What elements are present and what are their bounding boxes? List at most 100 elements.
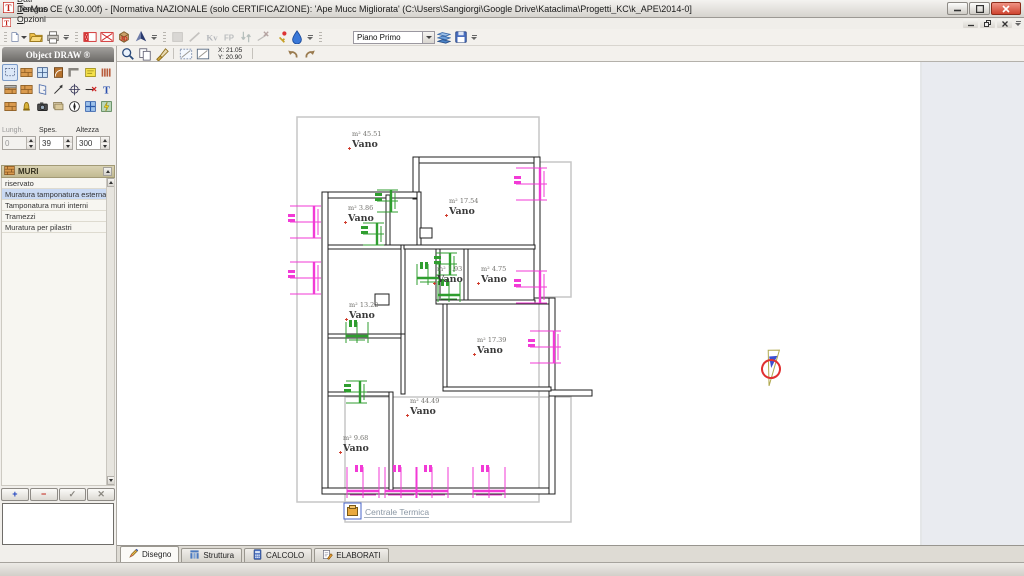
layers-button[interactable] [435, 30, 452, 45]
toolbar-overflow-icon[interactable] [470, 30, 478, 44]
tool-brick-row[interactable] [2, 98, 18, 115]
floor-selector[interactable]: Piano Primo [353, 31, 435, 44]
menu-disegno[interactable]: Disegno [12, 4, 53, 14]
view-3d-button[interactable]: 3D [115, 30, 132, 45]
room-labels[interactable]: m² 45.51Vanom² 3.86Vanom² 17.54Vanom² 1.… [339, 130, 507, 454]
copy-button[interactable] [136, 46, 153, 61]
wall-type-item[interactable]: Muratura tamponatura esterna [2, 189, 106, 200]
tool-wall-layered[interactable] [2, 81, 18, 98]
magenta-windows[interactable] [288, 168, 561, 498]
toolbar-grip-icon[interactable] [319, 32, 322, 43]
confirm-button[interactable]: ✓ [59, 488, 87, 501]
wall-box-x-button[interactable] [98, 30, 115, 45]
mdi-minimize-button[interactable] [963, 19, 978, 28]
boiler-object[interactable]: Centrale Termica [344, 503, 429, 519]
floor-selector-value[interactable]: Piano Primo [353, 31, 423, 44]
spinner[interactable] [63, 137, 72, 149]
muri-section-label: MURI [18, 167, 38, 176]
tab-struttura[interactable]: Struttura [181, 548, 242, 562]
add-item-button[interactable]: + [1, 488, 29, 501]
wall-type-item[interactable]: Tramezzi [2, 211, 106, 222]
tool-radiator[interactable] [98, 64, 114, 81]
scroll-up-icon[interactable] [103, 167, 112, 176]
wall-type-item[interactable]: Muratura per pilastri [2, 222, 106, 233]
north-arrow[interactable] [759, 348, 783, 388]
window-symbol[interactable] [528, 331, 561, 363]
spinner[interactable] [100, 137, 109, 149]
maximize-button[interactable] [969, 2, 990, 15]
tool-stack[interactable] [50, 98, 66, 115]
floor-plan[interactable]: m² 45.51Vanom² 3.86Vanom² 17.54Vanom² 1.… [117, 62, 1024, 545]
close-button[interactable] [991, 2, 1021, 15]
save-button[interactable] [452, 30, 469, 45]
redo-button[interactable] [301, 46, 318, 61]
droplet-button[interactable] [288, 30, 305, 45]
mdi-restore-button[interactable] [980, 19, 995, 28]
window-symbol[interactable] [514, 168, 547, 200]
tool-line-arrow[interactable] [50, 81, 66, 98]
mdi-close-button[interactable] [997, 19, 1012, 28]
zoom-button[interactable] [119, 46, 136, 61]
toolbar-grip-icon[interactable] [163, 32, 166, 43]
new-document-button[interactable] [10, 30, 27, 45]
chevron-down-icon[interactable] [423, 31, 435, 44]
tab-calcolo[interactable]: CALCOLO [244, 548, 312, 562]
scrollbar-down-icon[interactable] [107, 476, 115, 485]
tool-bell[interactable] [18, 98, 34, 115]
undo-button[interactable] [284, 46, 301, 61]
window-symbol[interactable] [346, 320, 368, 343]
menu-opzioni[interactable]: Opzioni [12, 14, 53, 24]
tool-wall-brick[interactable] [18, 81, 34, 98]
toolbar-overflow-icon[interactable] [150, 30, 158, 44]
mirror-button[interactable] [132, 30, 149, 45]
window-symbol[interactable] [288, 262, 321, 294]
room-label: m² 44.49Vano [406, 397, 439, 417]
selection-window-button[interactable] [177, 46, 194, 61]
tab-elaborati[interactable]: ELABORATI [314, 548, 388, 562]
list-scrollbar[interactable] [106, 178, 114, 485]
tool-wall[interactable] [18, 64, 34, 81]
tool-line-delete[interactable] [82, 81, 98, 98]
minimize-button[interactable] [947, 2, 968, 15]
tool-selection[interactable] [2, 64, 18, 81]
tab-disegno[interactable]: Disegno [120, 546, 179, 562]
scrollbar-up-icon[interactable] [107, 178, 115, 187]
window-symbol[interactable] [344, 381, 367, 403]
wall-type-item[interactable]: riservato [2, 178, 106, 189]
tool-roof-corner[interactable] [66, 64, 82, 81]
cancel-button[interactable]: ✕ [87, 488, 115, 501]
field-value[interactable]: 0 [3, 139, 26, 148]
remove-item-button[interactable]: − [30, 488, 58, 501]
title-bar[interactable]: T TerMus CE (v.30.00f) - [Normativa NAZI… [0, 0, 1024, 18]
muri-section-header[interactable]: MURI [1, 165, 115, 178]
tool-window[interactable] [34, 64, 50, 81]
tool-annotation[interactable] [82, 64, 98, 81]
wall-box-left-button[interactable] [81, 30, 98, 45]
field-value[interactable]: 300 [77, 139, 100, 148]
window-symbol[interactable] [361, 223, 384, 245]
toolbar-overflow-icon[interactable] [306, 30, 314, 44]
print-button[interactable] [44, 30, 61, 45]
open-folder-button[interactable] [27, 30, 44, 45]
field-value[interactable]: 39 [40, 139, 63, 148]
drawing-canvas[interactable]: m² 45.51Vanom² 3.86Vanom² 17.54Vanom² 1.… [117, 62, 1024, 545]
selection-crossing-button[interactable] [194, 46, 211, 61]
brush-button[interactable] [153, 46, 170, 61]
tool-camera[interactable] [34, 98, 50, 115]
tool-energy[interactable] [98, 98, 114, 115]
y-coord-value: 20.90 [226, 54, 242, 61]
toolbar-grip-icon[interactable] [4, 32, 7, 43]
spinner[interactable] [26, 137, 35, 149]
tab-label: ELABORATI [336, 551, 380, 560]
tool-compass[interactable] [66, 98, 82, 115]
tool-center-point[interactable] [66, 81, 82, 98]
tool-grid[interactable] [82, 98, 98, 115]
key-button[interactable] [271, 30, 288, 45]
toolbar-grip-icon[interactable] [75, 32, 78, 43]
tool-text[interactable]: T [98, 81, 114, 98]
tool-door[interactable] [50, 64, 66, 81]
toolbar-overflow-icon[interactable] [62, 30, 70, 44]
window-symbol[interactable] [288, 206, 321, 238]
wall-type-item[interactable]: Tamponatura muri interni [2, 200, 106, 211]
tool-door-3d[interactable] [34, 81, 50, 98]
